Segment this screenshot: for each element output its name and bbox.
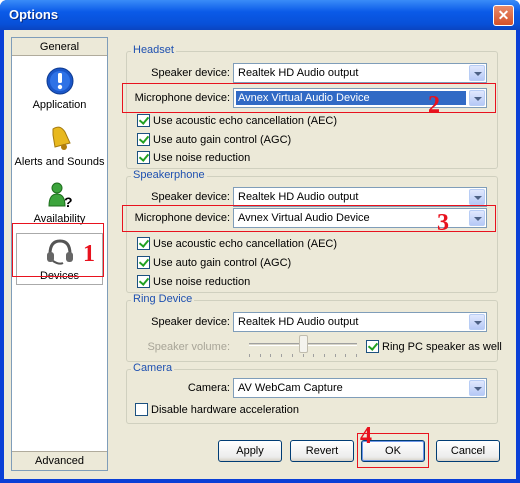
slider-tick (281, 354, 282, 357)
camera-select[interactable]: AV WebCam Capture (233, 378, 487, 398)
headset-noise-checkbox[interactable]: Use noise reduction (137, 151, 250, 164)
checkbox-checked-icon[interactable] (137, 151, 150, 164)
headset-aec-checkbox[interactable]: Use acoustic echo cancellation (AEC) (137, 114, 337, 127)
sidebar-header-general[interactable]: General (12, 38, 107, 56)
checkbox-label: Disable hardware acceleration (151, 404, 299, 416)
slider-tick (270, 354, 271, 357)
svg-text:?: ? (64, 194, 73, 210)
slider-tick (335, 354, 336, 357)
info-icon (46, 67, 73, 95)
slider-tick (356, 354, 357, 357)
revert-button[interactable]: Revert (290, 440, 354, 462)
slider-ticks (249, 354, 357, 358)
options-window: Options ✕ General Application Alerts and… (0, 0, 520, 483)
sidebar-item-label: Application (32, 99, 87, 111)
headset-speaker-select[interactable]: Realtek HD Audio output (233, 63, 487, 83)
checkbox-checked-icon[interactable] (137, 237, 150, 250)
checkbox-checked-icon[interactable] (137, 275, 150, 288)
annotation-number-2: 2 (428, 92, 440, 118)
window-title: Options (9, 7, 59, 22)
chevron-down-icon[interactable] (469, 189, 485, 205)
checkbox-unchecked-icon[interactable] (135, 403, 148, 416)
speakerphone-aec-checkbox[interactable]: Use acoustic echo cancellation (AEC) (137, 237, 337, 250)
ring-pc-speaker-checkbox[interactable]: Ring PC speaker as well (366, 340, 502, 353)
user-question-icon: ? (47, 182, 73, 210)
headset-speaker-value: Realtek HD Audio output (238, 67, 359, 79)
dialog-client-area: General Application Alerts and Sounds ? … (4, 30, 516, 479)
annotation-number-4: 4 (360, 423, 372, 449)
sidebar-item-label: Alerts and Sounds (14, 156, 105, 168)
ring-speaker-select[interactable]: Realtek HD Audio output (233, 312, 487, 332)
checkbox-checked-icon[interactable] (137, 114, 150, 127)
sidebar-item-availability[interactable]: ? Availability (12, 180, 107, 225)
checkbox-label: Use acoustic echo cancellation (AEC) (153, 238, 338, 250)
checkbox-label: Use auto gain control (AGC) (153, 134, 292, 146)
slider-tick (249, 354, 250, 357)
checkbox-checked-icon[interactable] (366, 340, 379, 353)
headset-agc-checkbox[interactable]: Use auto gain control (AGC) (137, 133, 291, 146)
slider-tick (324, 354, 325, 357)
apply-button[interactable]: Apply (218, 440, 282, 462)
speakerphone-agc-checkbox[interactable]: Use auto gain control (AGC) (137, 256, 291, 269)
ring-device-legend: Ring Device (131, 293, 195, 305)
title-bar[interactable]: Options ✕ (0, 0, 520, 30)
ring-volume-label: Speaker volume: (147, 341, 230, 353)
disable-hw-accel-checkbox[interactable]: Disable hardware acceleration (135, 403, 299, 416)
ring-speaker-label: Speaker device: (151, 316, 230, 328)
close-button[interactable]: ✕ (493, 5, 514, 26)
chevron-down-icon[interactable] (469, 380, 485, 396)
headset-legend: Headset (131, 44, 176, 56)
camera-legend: Camera (131, 362, 175, 374)
chevron-down-icon[interactable] (469, 314, 485, 330)
slider-tick (292, 354, 293, 357)
checkbox-label: Use noise reduction (153, 152, 251, 164)
annotation-number-3: 3 (437, 210, 449, 236)
sidebar-item-alerts-and-sounds[interactable]: Alerts and Sounds (12, 123, 107, 168)
speakerphone-noise-checkbox[interactable]: Use noise reduction (137, 275, 250, 288)
speakerphone-speaker-value: Realtek HD Audio output (238, 191, 359, 203)
camera-label: Camera: (187, 382, 230, 394)
camera-value: AV WebCam Capture (238, 382, 343, 394)
slider-tick (260, 354, 261, 357)
speakerphone-legend: Speakerphone (131, 169, 207, 181)
slider-thumb[interactable] (298, 335, 308, 353)
checkbox-label: Ring PC speaker as well (382, 341, 502, 353)
chevron-down-icon[interactable] (469, 65, 485, 81)
speakerphone-speaker-label: Speaker device: (151, 191, 230, 203)
slider-tick (345, 354, 346, 357)
headset-speaker-label: Speaker device: (151, 67, 230, 79)
checkbox-label: Use acoustic echo cancellation (AEC) (153, 115, 338, 127)
bell-icon (52, 126, 71, 150)
checkbox-checked-icon[interactable] (137, 256, 150, 269)
sidebar-footer-advanced[interactable]: Advanced (12, 451, 107, 470)
checkbox-label: Use noise reduction (153, 276, 251, 288)
checkbox-checked-icon[interactable] (137, 133, 150, 146)
slider-tick (313, 354, 314, 357)
checkbox-label: Use auto gain control (AGC) (153, 257, 292, 269)
slider-tick (303, 354, 304, 357)
cancel-button[interactable]: Cancel (436, 440, 500, 462)
ring-speaker-value: Realtek HD Audio output (238, 316, 359, 328)
speakerphone-speaker-select[interactable]: Realtek HD Audio output (233, 187, 487, 207)
annotation-number-1: 1 (83, 241, 95, 267)
sidebar-item-application[interactable]: Application (12, 66, 107, 111)
